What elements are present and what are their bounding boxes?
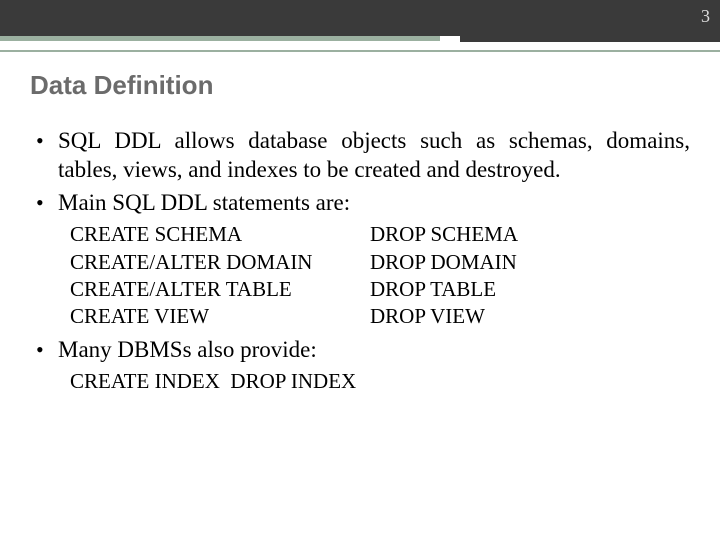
bullet-item: Many DBMSs also provide:: [58, 336, 690, 365]
bullet-list: SQL DDL allows database objects such as …: [30, 127, 690, 217]
ddl-drop-column: DROP SCHEMA DROP DOMAIN DROP TABLE DROP …: [370, 221, 518, 330]
page-number: 3: [701, 6, 710, 27]
ddl-statement: DROP DOMAIN: [370, 249, 518, 276]
slide-content: Data Definition SQL DDL allows database …: [0, 52, 720, 394]
slide-title: Data Definition: [30, 70, 690, 101]
ddl-create-column: CREATE SCHEMA CREATE/ALTER DOMAIN CREATE…: [70, 221, 370, 330]
bullet-list: Many DBMSs also provide:: [30, 336, 690, 365]
bullet-item: SQL DDL allows database objects such as …: [58, 127, 690, 185]
ddl-statement: CREATE/ALTER DOMAIN: [70, 249, 370, 276]
ddl-statement: DROP TABLE: [370, 276, 518, 303]
ddl-index-row: CREATE INDEX DROP INDEX: [30, 369, 690, 394]
accent-left: [0, 36, 440, 41]
accent-row: [0, 36, 720, 44]
slide-header-bar: 3: [0, 0, 720, 36]
bullet-item: Main SQL DDL statements are:: [58, 189, 690, 218]
ddl-statement: DROP VIEW: [370, 303, 518, 330]
ddl-statement: DROP SCHEMA: [370, 221, 518, 248]
ddl-statement: CREATE/ALTER TABLE: [70, 276, 370, 303]
ddl-statement: CREATE VIEW: [70, 303, 370, 330]
ddl-statements-columns: CREATE SCHEMA CREATE/ALTER DOMAIN CREATE…: [30, 221, 690, 330]
ddl-statement: CREATE SCHEMA: [70, 221, 370, 248]
accent-right: [460, 32, 720, 42]
